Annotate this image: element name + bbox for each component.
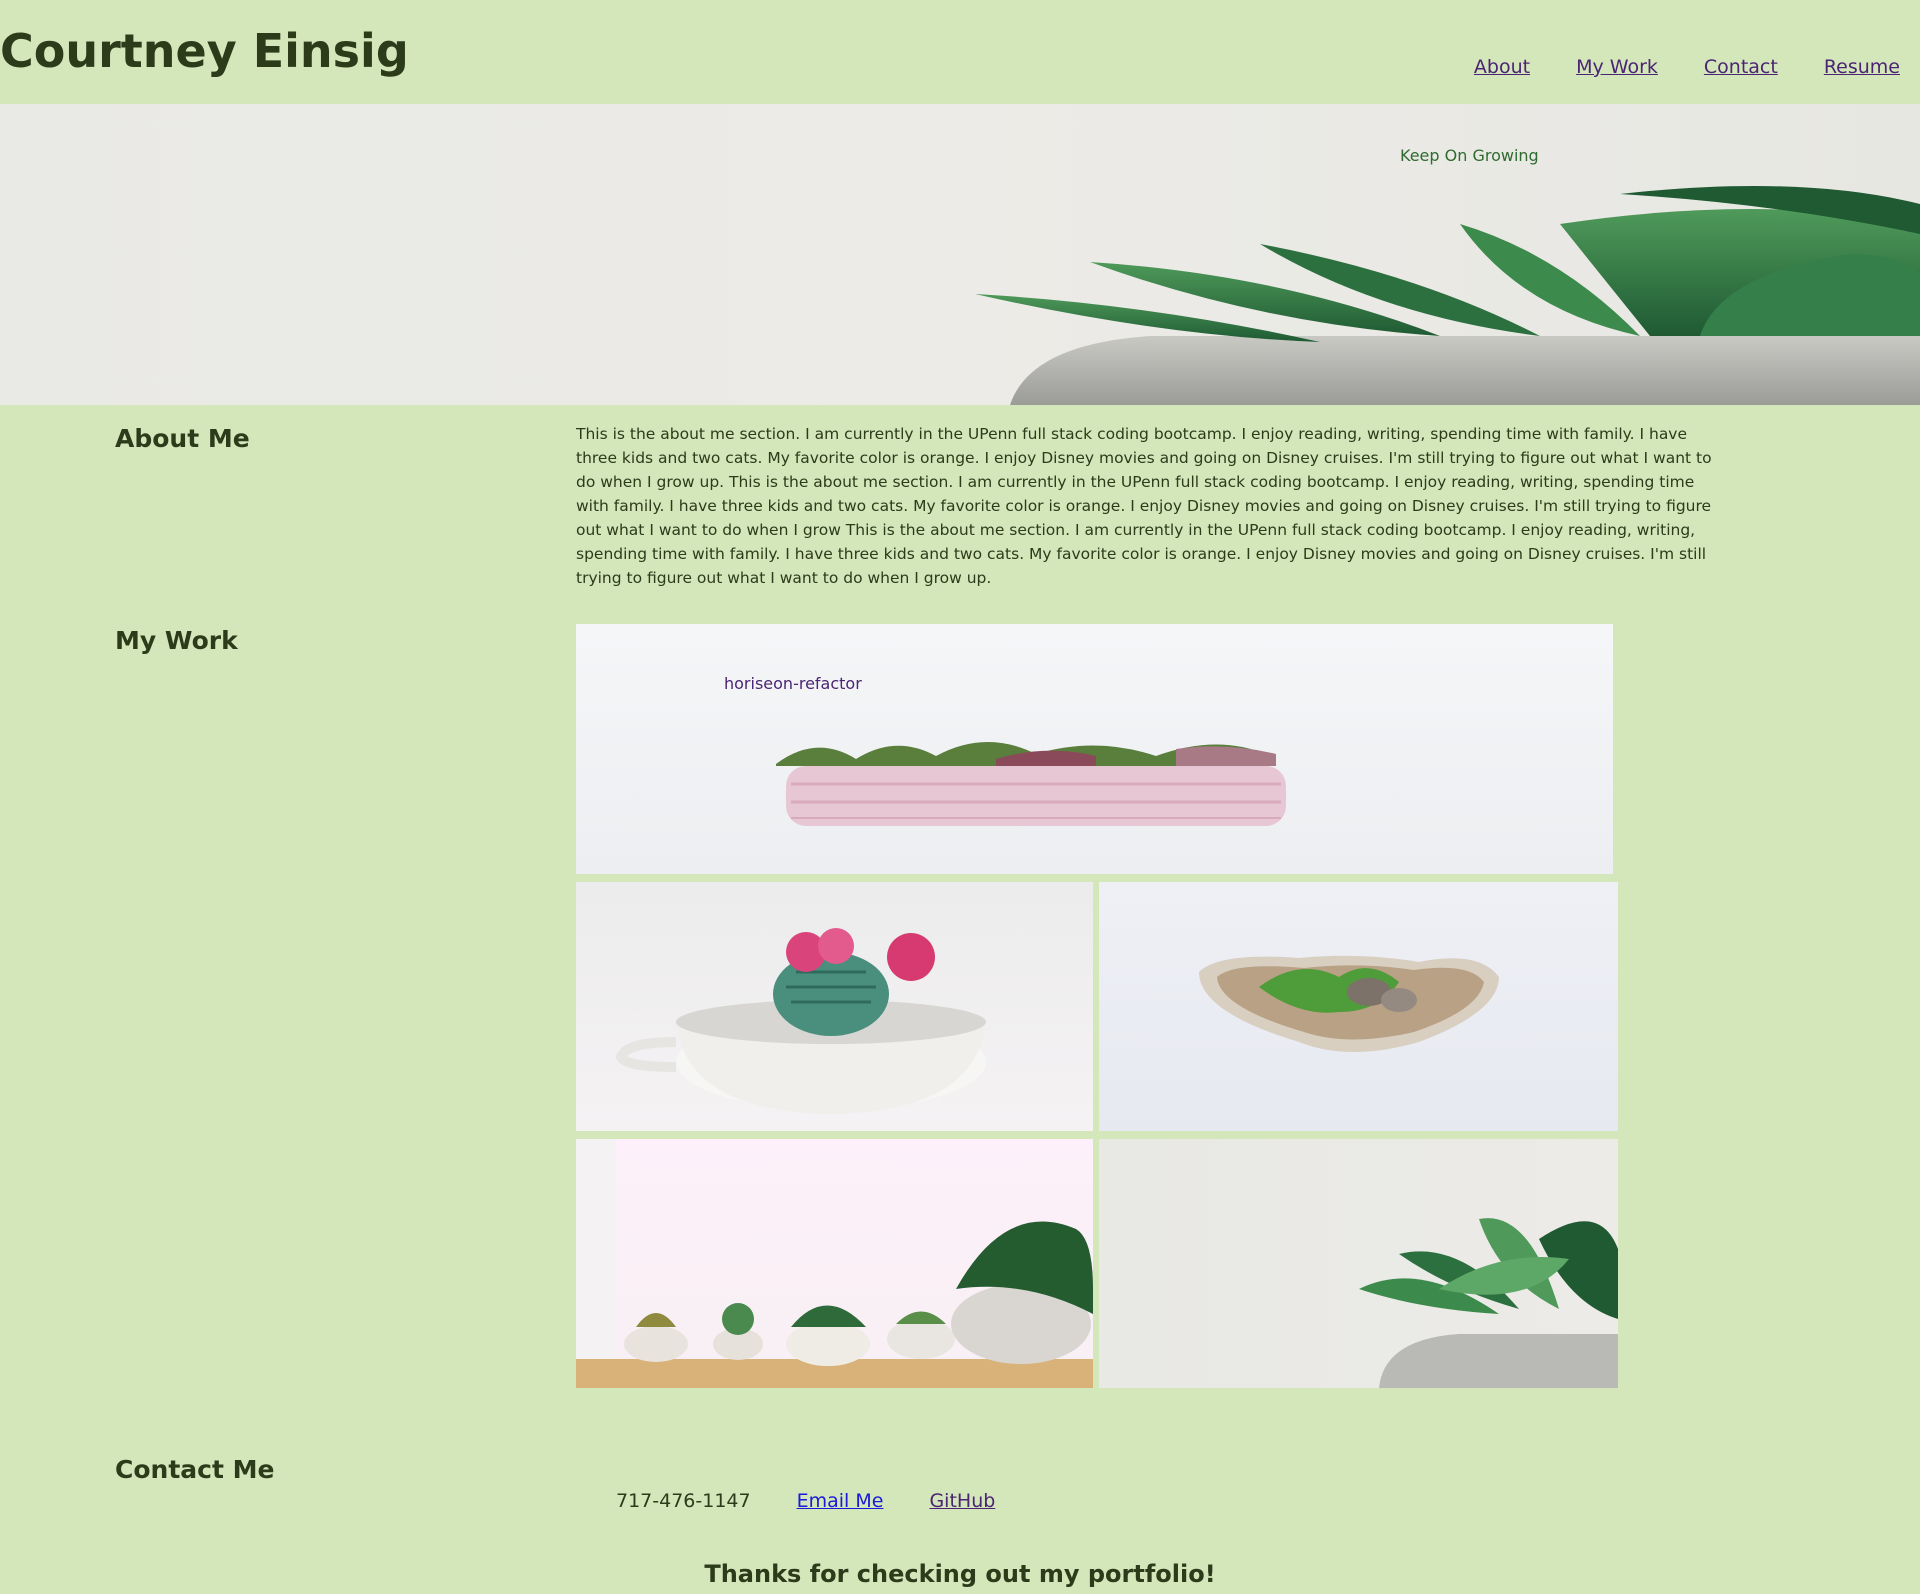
contact-links: 717-476-1147 Email Me GitHub <box>616 1490 995 1512</box>
github-link[interactable]: GitHub <box>929 1490 995 1512</box>
hero-tagline: Keep On Growing <box>1400 146 1539 165</box>
windowsill-plants-image <box>576 1139 1093 1388</box>
work-tile-windowsill[interactable] <box>576 1139 1093 1388</box>
site-header: Courtney Einsig About My Work Contact Re… <box>0 0 1920 104</box>
email-link[interactable]: Email Me <box>797 1490 884 1512</box>
contact-heading: Contact Me <box>115 1455 275 1484</box>
succulent-pot-image <box>1359 1218 1618 1388</box>
work-tile-heart-planter[interactable] <box>1099 882 1618 1131</box>
succulent-hero-image <box>975 186 1920 405</box>
site-title: Courtney Einsig <box>0 24 409 78</box>
main-nav: About My Work Contact Resume <box>1474 56 1900 78</box>
nav-link-resume[interactable]: Resume <box>1824 56 1900 78</box>
footer-thanks: Thanks for checking out my portfolio! <box>704 1560 1216 1588</box>
nav-link-my-work[interactable]: My Work <box>1576 56 1658 78</box>
cactus-cup-image <box>615 928 986 1114</box>
about-heading: About Me <box>115 424 250 453</box>
work-tile-featured[interactable]: horiseon-refactor <box>576 624 1613 874</box>
about-text: This is the about me section. I am curre… <box>576 425 1712 587</box>
contact-phone: 717-476-1147 <box>616 1490 751 1512</box>
work-heading: My Work <box>115 626 238 655</box>
heart-planter-image <box>1199 955 1499 1052</box>
work-tile-succulent[interactable] <box>1099 1139 1618 1388</box>
hero-banner: Keep On Growing <box>0 104 1920 405</box>
project-label[interactable]: horiseon-refactor <box>724 674 862 693</box>
nav-link-contact[interactable]: Contact <box>1704 56 1778 78</box>
pink-planter-image <box>776 741 1286 826</box>
nav-link-about[interactable]: About <box>1474 56 1530 78</box>
work-tile-cactus-cup[interactable] <box>576 882 1093 1131</box>
